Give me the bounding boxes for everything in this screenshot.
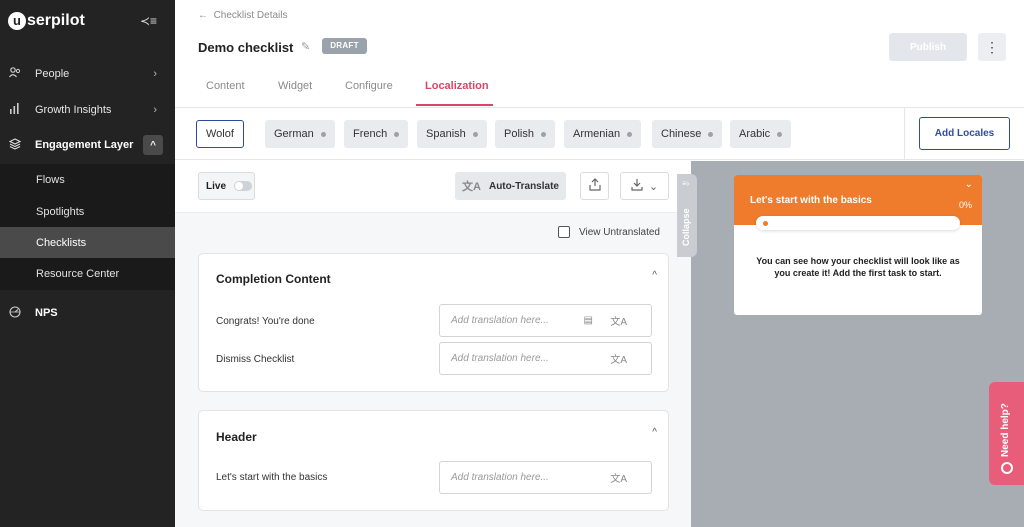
status-dot xyxy=(708,131,714,137)
translate-icon[interactable]: 文A xyxy=(610,313,627,328)
widget-title: Let's start with the basics xyxy=(750,195,872,206)
checklist-preview: ≡› Collapse Let's start with the basics … xyxy=(677,161,1024,527)
chevron-down-icon: ⌄ xyxy=(648,180,659,193)
locale-chip-french[interactable]: French xyxy=(344,120,409,148)
locale-chip-spanish[interactable]: Spanish xyxy=(417,120,487,148)
collapse-preview-tab[interactable]: ≡› Collapse xyxy=(677,174,697,257)
checkbox[interactable] xyxy=(558,226,570,238)
locale-chip-chinese[interactable]: Chinese xyxy=(652,120,723,148)
tab-configure[interactable]: Configure xyxy=(345,80,393,92)
toggle-switch[interactable] xyxy=(234,181,253,191)
engagement-subnav: Flows Spotlights Checklists Resource Cen… xyxy=(0,164,175,290)
arrow-left-icon: ← xyxy=(198,10,208,21)
layers-icon xyxy=(8,137,22,153)
tab-content[interactable]: Content xyxy=(206,80,245,92)
status-badge: DRAFT xyxy=(322,38,367,54)
progress-percent: 0% xyxy=(958,200,972,210)
collapse-sidebar-icon[interactable]: ≺≡ xyxy=(140,14,157,28)
menu-chevron-icon: ≡› xyxy=(682,179,690,188)
widget-body-text: You can see how your checklist will look… xyxy=(756,256,960,278)
chevron-right-icon: › xyxy=(153,104,157,116)
view-untranslated-checkbox[interactable]: View Untranslated xyxy=(558,226,660,238)
status-dot xyxy=(394,131,400,137)
locale-chip-wolof[interactable]: Wolof xyxy=(196,120,244,148)
userpilot-logo[interactable]: u serpilot xyxy=(8,12,85,30)
status-dot xyxy=(540,131,546,137)
sidebar-item-people[interactable]: People › xyxy=(0,60,175,88)
card-title: Completion Content xyxy=(216,272,331,286)
download-dropdown-button[interactable]: ⌄ xyxy=(620,172,669,200)
live-toggle[interactable]: Live xyxy=(198,172,255,200)
translate-icon: 文A xyxy=(462,181,481,193)
sidebar-subitem-checklists[interactable]: Checklists xyxy=(0,227,175,258)
source-text: Dismiss Checklist xyxy=(216,354,295,365)
locale-chip-german[interactable]: German xyxy=(265,120,335,148)
active-tab-indicator xyxy=(416,104,493,106)
chevron-up-icon[interactable]: ^ xyxy=(652,427,657,438)
chevron-up-icon[interactable]: ^ xyxy=(652,270,657,281)
header-card: Header ^ Let's start with the basics Add… xyxy=(198,410,669,511)
sidebar-subitem-resource-center[interactable]: Resource Center xyxy=(0,258,175,289)
chevron-down-icon[interactable]: ⌄ xyxy=(965,179,973,190)
rich-text-icon[interactable]: ▤ xyxy=(584,315,593,326)
need-help-button[interactable]: Need help? xyxy=(989,382,1024,485)
pencil-icon[interactable]: ✎ xyxy=(301,40,310,53)
sidebar: u serpilot ≺≡ People › Growth Insights › … xyxy=(0,0,175,527)
source-text: Congrats! You're done xyxy=(216,316,315,327)
editor-toolbar: Live 文A Auto-Translate ⌄ xyxy=(175,161,691,213)
add-locales-button[interactable]: Add Locales xyxy=(919,117,1010,150)
auto-translate-button[interactable]: 文A Auto-Translate xyxy=(455,172,566,200)
tab-localization[interactable]: Localization xyxy=(425,80,489,92)
progress-bar xyxy=(756,216,960,230)
back-link[interactable]: ← Checklist Details xyxy=(198,10,287,21)
chevron-right-icon: › xyxy=(153,68,157,80)
collapse-section-button[interactable]: ^ xyxy=(143,135,163,155)
sidebar-subitem-spotlights[interactable]: Spotlights xyxy=(0,196,175,227)
more-options-icon[interactable]: ⋮ xyxy=(978,33,1006,61)
upload-button[interactable] xyxy=(580,172,609,200)
page-title: Demo checklist xyxy=(198,40,294,55)
status-dot xyxy=(320,131,326,137)
translation-input[interactable]: Add translation here... ▤ 文A xyxy=(439,304,652,337)
bar-chart-icon xyxy=(8,103,22,117)
status-dot xyxy=(472,131,478,137)
status-dot xyxy=(627,131,633,137)
sidebar-item-nps[interactable]: NPS xyxy=(0,299,175,327)
publish-button[interactable]: Publish xyxy=(889,33,967,61)
tab-widget[interactable]: Widget xyxy=(278,80,312,92)
lifebuoy-icon xyxy=(1001,462,1013,474)
sidebar-item-growth-insights[interactable]: Growth Insights › xyxy=(0,96,175,124)
page-header: ← Checklist Details Demo checklist ✎ DRA… xyxy=(175,0,1024,108)
locale-bar: Wolof German French Spanish Polish Armen… xyxy=(175,108,1024,160)
localization-editor: Live 文A Auto-Translate ⌄ View Untranslate… xyxy=(175,161,691,527)
completion-content-card: Completion Content ^ Congrats! You're do… xyxy=(198,253,669,392)
checklist-widget: Let's start with the basics ⌄ 0% You can… xyxy=(734,175,982,315)
source-text: Let's start with the basics xyxy=(216,472,328,483)
locale-chip-arabic[interactable]: Arabic xyxy=(730,120,792,148)
sidebar-item-engagement-layer[interactable]: Engagement Layer ^ xyxy=(0,131,175,159)
add-locales-container: Add Locales xyxy=(904,108,1024,160)
status-dot xyxy=(777,131,783,137)
translation-input[interactable]: Add translation here... 文A xyxy=(439,461,652,494)
translation-input[interactable]: Add translation here... 文A xyxy=(439,342,652,375)
locale-chip-armenian[interactable]: Armenian xyxy=(564,120,642,148)
locale-chip-polish[interactable]: Polish xyxy=(495,120,555,148)
translate-icon[interactable]: 文A xyxy=(610,470,627,485)
translate-icon[interactable]: 文A xyxy=(610,351,627,366)
sidebar-subitem-flows[interactable]: Flows xyxy=(0,164,175,195)
card-title: Header xyxy=(216,430,257,444)
progress-dot xyxy=(763,221,768,226)
download-icon xyxy=(631,178,643,194)
upload-icon xyxy=(588,178,601,194)
gauge-icon xyxy=(8,305,22,321)
people-icon xyxy=(8,67,22,81)
